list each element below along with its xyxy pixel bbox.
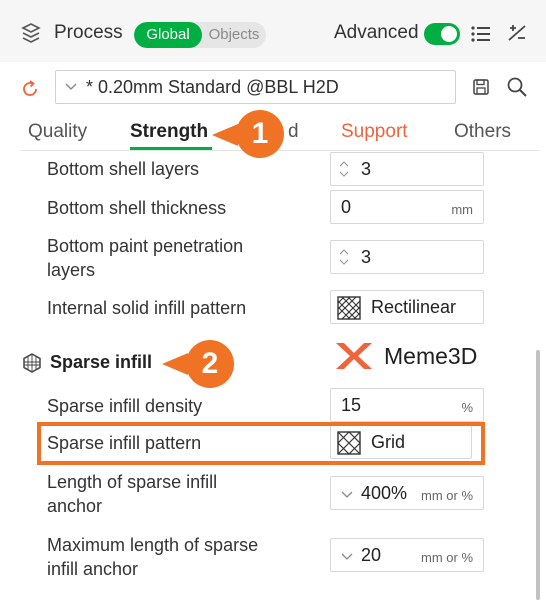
chevron-down-icon [65, 83, 77, 90]
bottom-shell-thickness-input[interactable]: 0 mm [330, 190, 484, 224]
callout-1-arrow [212, 124, 238, 146]
internal-solid-infill-pattern-label: Internal solid infill pattern [47, 298, 247, 318]
anchor-length-label-line2: anchor [47, 496, 103, 516]
search-icon[interactable] [506, 76, 528, 98]
scope-objects-button[interactable]: Objects [204, 22, 264, 48]
anchor-max-label-line1: Maximum length of sparse [47, 535, 259, 555]
tab-divider [20, 150, 540, 151]
refresh-icon[interactable] [20, 79, 40, 99]
toggle-knob [441, 26, 457, 42]
bottom-shell-layers-stepper[interactable]: 3 [330, 152, 484, 186]
tab-strength[interactable]: Strength [130, 121, 208, 143]
sparse-infill-density-label: Sparse infill density [47, 396, 203, 416]
sparse-infill-section-title: Sparse infill [50, 352, 153, 372]
sparse-infill-density-unit: % [461, 400, 473, 415]
scope-global-button[interactable]: Global [134, 22, 202, 48]
anchor-max-unit: mm or % [421, 550, 473, 565]
sparse-infill-icon [23, 353, 41, 373]
bottom-paint-penetration-label-line2: layers [47, 260, 96, 280]
process-icon [21, 23, 41, 43]
callout-2-badge: 2 [186, 340, 234, 388]
bottom-shell-thickness-value: 0 [341, 197, 352, 217]
spinner-icon[interactable] [337, 245, 351, 269]
anchor-max-combo[interactable]: 20 mm or % [330, 538, 484, 572]
anchor-length-value: 400% [361, 483, 408, 503]
process-title: Process [54, 22, 123, 43]
sparse-infill-pattern-highlight [37, 422, 485, 465]
list-icon[interactable] [470, 24, 492, 44]
bottom-shell-thickness-label: Bottom shell thickness [47, 198, 227, 218]
advanced-label: Advanced [334, 22, 419, 43]
advanced-toggle[interactable] [424, 23, 460, 45]
bottom-shell-thickness-unit: mm [451, 202, 473, 217]
preset-name: * 0.20mm Standard @BBL H2D [86, 77, 339, 97]
bottom-paint-penetration-value: 3 [361, 247, 372, 267]
sparse-infill-density-value: 15 [341, 395, 362, 415]
preset-select[interactable]: * 0.20mm Standard @BBL H2D [55, 70, 456, 104]
internal-solid-infill-pattern-value: Rectilinear [371, 297, 457, 317]
anchor-max-label-line2: infill anchor [47, 559, 139, 579]
rectilinear-pattern-icon [337, 296, 361, 320]
chevron-down-icon[interactable] [341, 488, 353, 500]
callout-2-arrow [162, 353, 188, 375]
watermark-text: Meme3D [384, 343, 478, 369]
tab-others[interactable]: Others [454, 121, 511, 143]
spinner-icon[interactable] [337, 157, 351, 181]
bottom-paint-penetration-label-line1: Bottom paint penetration [47, 236, 244, 256]
callout-1-badge: 1 [236, 110, 284, 158]
scrollbar[interactable] [536, 350, 540, 600]
anchor-length-combo[interactable]: 400% mm or % [330, 476, 484, 510]
meme3d-logo [336, 343, 372, 369]
save-icon[interactable] [472, 78, 490, 96]
compare-icon[interactable] [506, 22, 528, 44]
bottom-shell-layers-value: 3 [361, 159, 372, 179]
tab-speed[interactable]: d [288, 121, 299, 143]
internal-solid-infill-pattern-select[interactable]: Rectilinear [330, 290, 484, 324]
tab-quality[interactable]: Quality [28, 121, 87, 143]
chevron-down-icon[interactable] [341, 550, 353, 562]
bottom-shell-layers-label: Bottom shell layers [47, 159, 200, 179]
anchor-length-unit: mm or % [421, 488, 473, 503]
tab-support[interactable]: Support [341, 121, 408, 143]
anchor-length-label-line1: Length of sparse infill [47, 472, 218, 492]
scope-toggle[interactable]: Global Objects [134, 22, 266, 48]
sparse-infill-density-input[interactable]: 15 % [330, 388, 484, 422]
bottom-paint-penetration-stepper[interactable]: 3 [330, 240, 484, 274]
anchor-max-value: 20 [361, 545, 382, 565]
